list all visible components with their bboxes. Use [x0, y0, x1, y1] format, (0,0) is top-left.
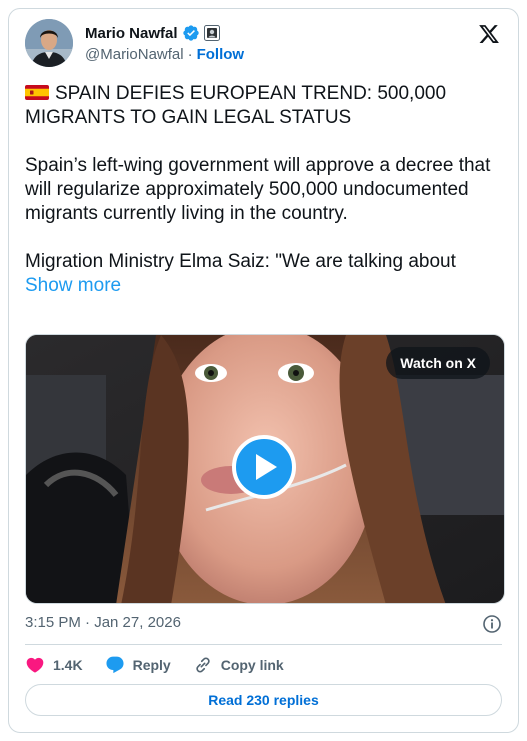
tweet-card: Mario Nawfal @MarioNawfal · Follow SPAIN… [8, 8, 519, 733]
reply-bubble-icon [106, 656, 124, 674]
like-button[interactable]: 1.4K [25, 655, 83, 675]
copy-link-button[interactable]: Copy link [193, 655, 284, 675]
like-count: 1.4K [53, 657, 83, 673]
show-more-link[interactable]: Show more [25, 275, 121, 296]
tweet-text: SPAIN DEFIES EUROPEAN TREND: 500,000 MIG… [25, 82, 495, 298]
spain-flag-icon [25, 83, 49, 100]
author-name[interactable]: Mario Nawfal [85, 25, 178, 42]
headline-text: SPAIN DEFIES EUROPEAN TREND: 500,000 MIG… [25, 83, 447, 128]
affiliate-badge-icon[interactable] [203, 25, 220, 41]
divider [25, 644, 502, 645]
avatar-photo [25, 19, 73, 67]
tweet-paragraph: Spain’s left-wing government will approv… [25, 155, 491, 224]
x-logo-icon[interactable] [478, 23, 500, 45]
quote-text: Migration Ministry Elma Saiz: "We are ta… [25, 251, 456, 272]
read-replies-button[interactable]: Read 230 replies [25, 684, 502, 716]
info-icon[interactable] [482, 614, 502, 634]
verified-badge-icon [182, 24, 200, 42]
video-player[interactable]: Watch on X [25, 334, 505, 604]
play-icon[interactable] [232, 435, 296, 499]
author-handle[interactable]: @MarioNawfal [85, 46, 184, 63]
author-handle-row: @MarioNawfal · Follow [85, 46, 244, 63]
copy-link-label: Copy link [220, 657, 284, 673]
author-name-row: Mario Nawfal [85, 23, 220, 43]
link-icon [196, 657, 210, 673]
follow-button[interactable]: Follow [197, 46, 245, 63]
watch-on-x-button[interactable]: Watch on X [386, 347, 490, 379]
heart-icon [26, 657, 44, 673]
tweet-actions: 1.4K Reply Copy link [25, 653, 306, 677]
separator-dot: · [187, 46, 193, 63]
tweet-quote: Migration Ministry Elma Saiz: "We are ta… [25, 250, 495, 298]
tweet-headline: SPAIN DEFIES EUROPEAN TREND: 500,000 MIG… [25, 82, 495, 130]
tweet-timestamp[interactable]: 3:15 PM · Jan 27, 2026 [25, 614, 181, 631]
reply-label: Reply [132, 657, 171, 673]
avatar[interactable] [25, 19, 73, 67]
reply-button[interactable]: Reply [105, 655, 171, 675]
